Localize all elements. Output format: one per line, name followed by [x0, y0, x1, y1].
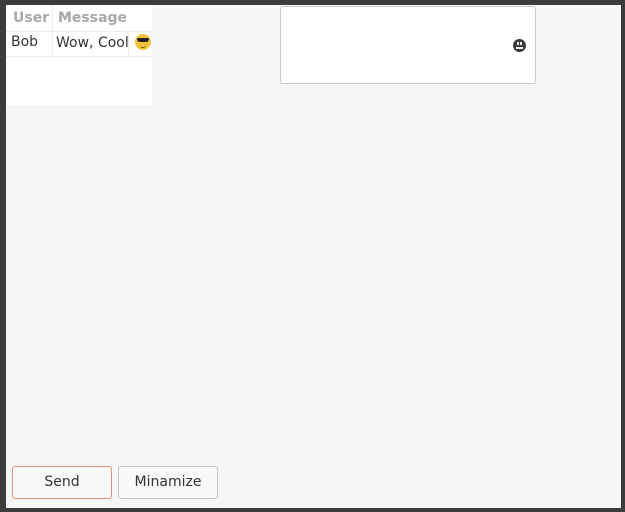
column-header-message: Message — [58, 10, 128, 26]
row-message: Wow, Cool — [56, 34, 152, 51]
table-row[interactable]: Bob Wow, Cool — [6, 31, 152, 57]
send-button[interactable]: Send — [12, 466, 112, 499]
messages-table: User Message Bob Wow, Cool — [6, 5, 152, 105]
row-user: Bob — [11, 34, 39, 50]
column-header-user: User — [13, 10, 50, 26]
table-header: User Message — [6, 5, 152, 32]
column-divider — [128, 31, 129, 56]
emoji-smiley-icon[interactable] — [513, 39, 526, 52]
row-message-text: Wow, Cool — [56, 35, 129, 51]
sunglasses-emoji-icon — [135, 34, 152, 50]
message-input[interactable] — [280, 6, 536, 84]
minimize-button[interactable]: Minamize — [118, 466, 218, 499]
chat-window: User Message Bob Wow, Cool Send Minamize — [6, 5, 621, 508]
